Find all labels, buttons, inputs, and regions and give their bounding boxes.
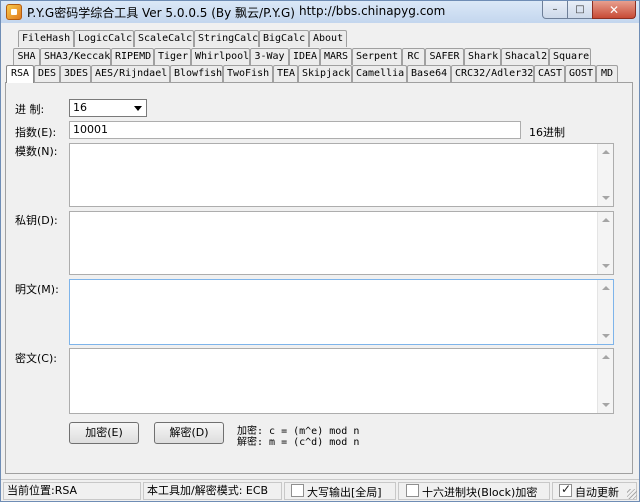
close-icon: ✕: [608, 2, 620, 17]
tab-des[interactable]: DES: [34, 65, 60, 82]
minimize-icon: –: [552, 4, 558, 15]
tab-bigcalc[interactable]: BigCalc: [259, 30, 309, 47]
window-title: P.Y.G密码学综合工具 Ver 5.0.0.5 (By 飘云/P.Y.G): [27, 6, 295, 20]
tab-md[interactable]: MD: [596, 65, 618, 82]
tab-3-way[interactable]: 3-Way: [250, 48, 289, 65]
exponent-label: 指数(E):: [15, 126, 57, 139]
scroll-up-icon: [602, 355, 610, 359]
minimize-button[interactable]: –: [542, 1, 568, 19]
uppercase-checkbox[interactable]: [291, 484, 304, 497]
modulus-label: 模数(N):: [15, 145, 58, 158]
title-bar[interactable]: P.Y.G密码学综合工具 Ver 5.0.0.5 (By 飘云/P.Y.G) h…: [1, 1, 639, 23]
scroll-down-icon: [602, 196, 610, 200]
close-button[interactable]: ✕: [592, 1, 636, 19]
uppercase-label[interactable]: 大写输出[全局]: [307, 484, 382, 500]
status-bar: 当前位置:RSA 本工具加/解密模式: ECB 大写输出[全局] 十六进制块(B…: [1, 479, 639, 501]
hex-block-checkbox[interactable]: [406, 484, 419, 497]
tab-rc[interactable]: RC: [402, 48, 425, 65]
auto-update-checkbox[interactable]: [559, 482, 572, 497]
tab-skipjack[interactable]: Skipjack: [298, 65, 352, 82]
tab-safer[interactable]: SAFER: [425, 48, 464, 65]
tab-blowfish[interactable]: Blowfish: [170, 65, 223, 82]
maximize-button[interactable]: □: [567, 1, 593, 19]
hex-block-label[interactable]: 十六进制块(Block)加密: [422, 484, 537, 500]
rsa-panel: [5, 82, 633, 474]
main-window: P.Y.G密码学综合工具 Ver 5.0.0.5 (By 飘云/P.Y.G) h…: [0, 0, 640, 502]
plaintext-textarea[interactable]: [69, 279, 614, 345]
tab-logiccalc[interactable]: LogicCalc: [74, 30, 134, 47]
plaintext-scrollbar[interactable]: [597, 280, 613, 344]
tab-aes-rijndael[interactable]: AES/Rijndael: [91, 65, 170, 82]
private-key-scrollbar[interactable]: [597, 212, 613, 274]
status-mode: 本工具加/解密模式: ECB: [143, 482, 282, 500]
encrypt-button[interactable]: 加密(E): [69, 422, 139, 444]
resize-grip-icon[interactable]: [627, 489, 637, 499]
tab-3des[interactable]: 3DES: [60, 65, 91, 82]
modulus-scrollbar[interactable]: [597, 144, 613, 206]
tab-crc32-adler32[interactable]: CRC32/Adler32: [451, 65, 534, 82]
tab-serpent[interactable]: Serpent: [352, 48, 402, 65]
tab-idea[interactable]: IDEA: [289, 48, 320, 65]
chevron-down-icon: [134, 106, 142, 111]
scroll-up-icon: [602, 218, 610, 222]
decrypt-button[interactable]: 解密(D): [154, 422, 224, 444]
tab-rsa[interactable]: RSA: [6, 65, 34, 83]
modulus-textarea[interactable]: [69, 143, 614, 207]
tab-shacal2[interactable]: Shacal2: [501, 48, 549, 65]
tab-camellia[interactable]: Camellia: [352, 65, 407, 82]
scroll-up-icon: [602, 150, 610, 154]
tab-filehash[interactable]: FileHash: [18, 30, 74, 47]
exponent-suffix: 16进制: [529, 126, 565, 139]
auto-update-label[interactable]: 自动更新: [575, 484, 619, 500]
tab-base64[interactable]: Base64: [407, 65, 451, 82]
ciphertext-scrollbar[interactable]: [597, 349, 613, 413]
status-location: 当前位置:RSA: [3, 482, 141, 500]
tab-square[interactable]: Square: [549, 48, 591, 65]
private-key-textarea[interactable]: [69, 211, 614, 275]
tab-cast[interactable]: CAST: [534, 65, 565, 82]
tab-ripemd[interactable]: RIPEMD: [111, 48, 154, 65]
scroll-down-icon: [602, 264, 610, 268]
radix-select[interactable]: 16: [69, 99, 147, 117]
decrypt-formula: 解密: m = (c^d) mod n: [237, 437, 360, 448]
exponent-input[interactable]: 10001: [69, 121, 521, 139]
plaintext-label: 明文(M):: [15, 283, 59, 296]
window-url: http://bbs.chinapyg.com: [299, 4, 446, 18]
ciphertext-label: 密文(C):: [15, 352, 57, 365]
tab-tiger[interactable]: Tiger: [154, 48, 191, 65]
scroll-up-icon: [602, 286, 610, 290]
tab-twofish[interactable]: TwoFish: [223, 65, 273, 82]
tab-mars[interactable]: MARS: [320, 48, 352, 65]
scroll-down-icon: [602, 403, 610, 407]
tab-whirlpool[interactable]: Whirlpool: [191, 48, 250, 65]
app-icon: [6, 4, 22, 20]
scroll-down-icon: [602, 334, 610, 338]
private-key-label: 私钥(D):: [15, 214, 58, 227]
tab-tea[interactable]: TEA: [273, 65, 298, 82]
tab-stringcalc[interactable]: StringCalc: [194, 30, 259, 47]
tab-sha3-keccak[interactable]: SHA3/Keccak: [40, 48, 111, 65]
tab-gost[interactable]: GOST: [565, 65, 596, 82]
radix-label: 进 制:: [15, 103, 45, 116]
maximize-icon: □: [575, 4, 585, 15]
tab-sha[interactable]: SHA: [13, 48, 40, 65]
radix-value: 16: [73, 101, 87, 114]
tab-scalecalc[interactable]: ScaleCalc: [134, 30, 194, 47]
tab-about[interactable]: About: [309, 30, 347, 47]
tab-shark[interactable]: Shark: [464, 48, 501, 65]
ciphertext-textarea[interactable]: [69, 348, 614, 414]
